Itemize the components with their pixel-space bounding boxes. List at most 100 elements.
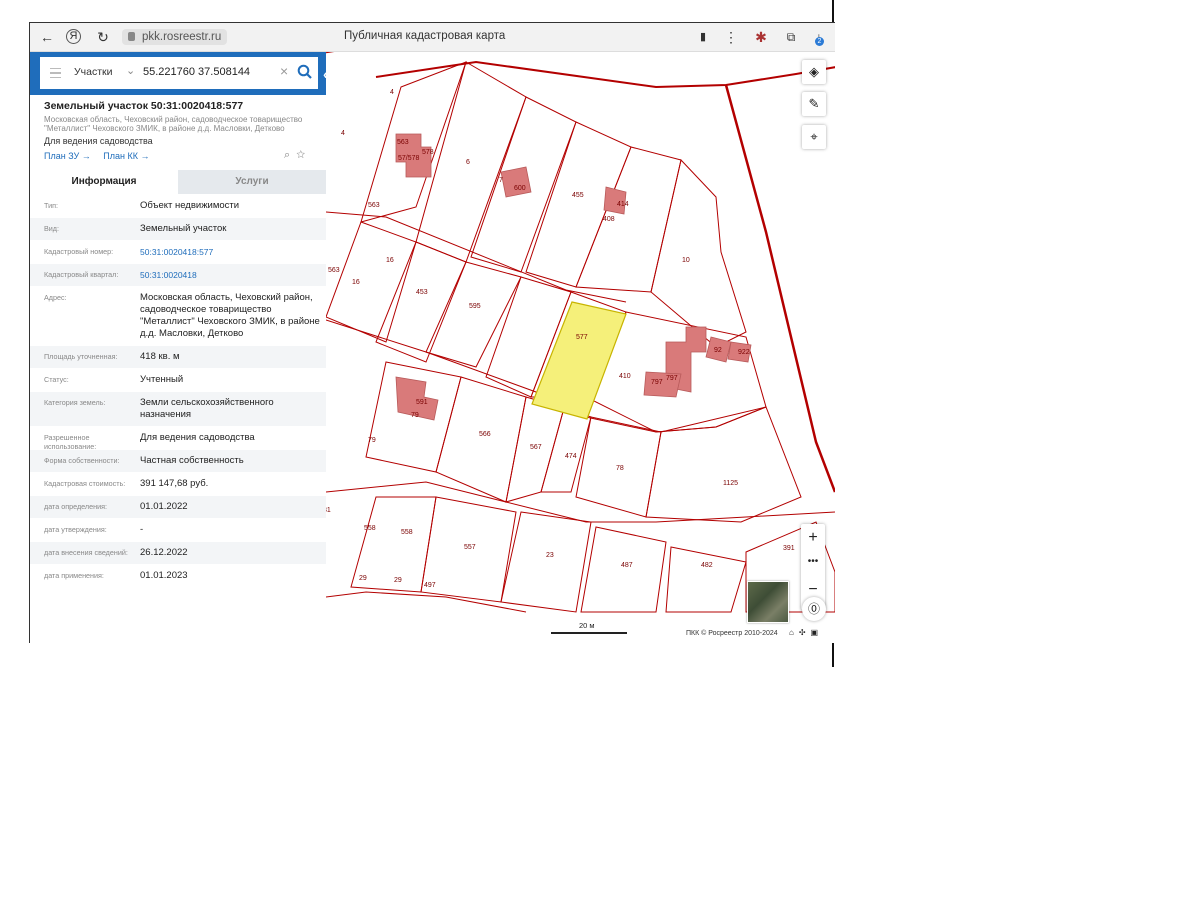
zoom-in-button[interactable]: + <box>801 524 825 552</box>
parcel-boundary <box>415 61 527 263</box>
info-row-value: Земли сельскохозяйственного назначения <box>140 397 274 420</box>
search-doc-icon[interactable]: ⌕ <box>284 149 290 161</box>
download-icon[interactable]: ↓2 <box>810 28 828 46</box>
parcel-line <box>326 481 835 523</box>
plan-zu-link[interactable]: План ЗУ → <box>44 151 91 161</box>
info-row-label: Форма собственности: <box>44 456 120 465</box>
parcel-number-label: 566 <box>479 431 491 438</box>
info-row: Вид: Земельный участок <box>30 218 326 241</box>
parcel-number-label: 410 <box>619 373 631 380</box>
info-row: дата определения: 01.01.2022 <box>30 496 326 519</box>
scale-label: 20 м <box>579 621 595 630</box>
menu-dots-icon[interactable]: ⋮ <box>722 28 740 46</box>
bottom-icons: ⌂✣▣ <box>789 628 823 637</box>
map-view[interactable]: 4 4 563 578 57/578 6 7 600 455 408 414 10 16 16 453 595… <box>326 52 835 643</box>
parcel-number-label: 563 <box>397 139 409 146</box>
search-icon[interactable] <box>296 63 314 81</box>
search-input[interactable]: 55.221760 37.508144 <box>143 66 250 78</box>
search-type-select[interactable]: Участки <box>74 66 113 78</box>
parcel-number-label: 482 <box>701 562 713 569</box>
hamburger-icon[interactable] <box>50 68 61 78</box>
parcel-number-label: 10 <box>682 257 690 264</box>
lock-icon <box>128 32 135 41</box>
panel-tabs: Информация Услуги <box>30 170 326 194</box>
address-bar[interactable]: pkk.rosreestr.ru <box>122 29 228 45</box>
info-row-label: дата определения: <box>44 502 107 511</box>
info-row-value: 418 кв. м <box>140 351 180 362</box>
parcel-number-label: 391 <box>783 545 795 552</box>
compass-icon[interactable]: ⓪ <box>802 597 826 621</box>
info-row-value: Учтенный <box>140 374 184 385</box>
layers-icon[interactable]: ◈ <box>802 60 826 84</box>
back-arrow-icon[interactable]: ← <box>38 28 56 46</box>
parcel-number-label: 797 <box>651 379 663 386</box>
parcel-number-label: 92 <box>714 347 722 354</box>
info-row: Кадастровая стоимость: 391 147,68 руб. <box>30 473 326 496</box>
bookmark-icon[interactable]: ▮ <box>694 28 712 46</box>
more-icon[interactable]: ••• <box>801 552 825 576</box>
satellite-layer-thumbnail[interactable] <box>747 581 789 623</box>
translate-icon[interactable]: ⧉ <box>782 28 800 46</box>
ruler-icon[interactable]: ✎ <box>802 92 826 116</box>
fullscreen-icon[interactable]: ▣ <box>811 628 824 637</box>
info-row-value: 26.12.2022 <box>140 547 188 558</box>
parcel-boundary <box>435 376 527 503</box>
object-address: Московская область, Чеховский район, сад… <box>44 115 303 133</box>
parcel-number-label: 455 <box>572 192 584 199</box>
parcel-number-label: 557 <box>464 544 476 551</box>
object-use: Для ведения садоводства <box>44 136 153 146</box>
info-row-value: Московская область, Чеховский район, сад… <box>140 292 320 339</box>
info-row: Кадастровый квартал: 50:31:0020418 <box>30 264 326 287</box>
star-icon[interactable]: ☆ <box>296 149 305 161</box>
info-row: дата утверждения: - <box>30 519 326 542</box>
chevron-down-icon[interactable]: ⌄ <box>126 64 135 77</box>
info-row-label: дата применения: <box>44 571 104 580</box>
info-row-value: Частная собственность <box>140 455 244 466</box>
info-row-label: дата утверждения: <box>44 525 107 534</box>
parcel-number-label: 591 <box>416 399 428 406</box>
parcel-number-label: 79 <box>368 437 376 444</box>
tab-services[interactable]: Услуги <box>178 170 326 194</box>
locate-icon[interactable]: ⌖ <box>802 125 826 149</box>
info-row-value[interactable]: 50:31:0020418:577 <box>140 241 326 263</box>
panel-tools: ⌕ ☆ <box>284 149 305 162</box>
info-row: Статус: Учтенный <box>30 369 326 392</box>
info-row-label: Категория земель: <box>44 398 106 407</box>
parcel-number-label: 29 <box>359 575 367 582</box>
tab-info[interactable]: Информация <box>30 170 178 194</box>
browser-toolbar: ← Я ↻ pkk.rosreestr.ru Публичная кадастр… <box>30 23 835 52</box>
info-row: Кадастровый номер: 50:31:0020418:577 <box>30 241 326 264</box>
parcel-number-label: 487 <box>621 562 633 569</box>
info-row-label: Кадастровая стоимость: <box>44 479 126 488</box>
parcel-boundary <box>500 511 592 613</box>
parcel-number-label: 7 <box>499 177 503 184</box>
road-line <box>375 60 835 89</box>
parcel-number-label: 16 <box>386 257 394 264</box>
parcel-number-label: 23 <box>546 552 554 559</box>
parcel-number-label: 6 <box>466 159 470 166</box>
parcel-number-label: 4 <box>390 89 394 96</box>
plan-kk-link[interactable]: План КК → <box>103 151 149 161</box>
yandex-icon[interactable]: Я <box>66 29 81 44</box>
crosshair-icon[interactable]: ✣ <box>799 628 811 637</box>
info-row-label: Адрес: <box>44 293 67 302</box>
object-title: Земельный участок 50:31:0020418:577 <box>44 100 244 112</box>
info-row: Разрешенное использование: Для ведения са… <box>30 427 326 451</box>
info-panel: Участки ⌄ 55.221760 37.508144 × ‹ Земель… <box>30 52 335 643</box>
info-row: Тип: Объект недвижимости <box>30 195 326 218</box>
extension-icon[interactable]: ✱ <box>752 28 770 46</box>
plan-links: План ЗУ → План КК → <box>44 151 159 161</box>
parcel-number-label: 81 <box>326 507 331 514</box>
copyright: ПКК © Росреестр 2010-2024 <box>686 630 778 637</box>
info-row-value: Объект недвижимости <box>140 200 240 211</box>
building <box>500 166 532 198</box>
info-row-label: дата внесения сведений: <box>44 548 128 557</box>
parcel-boundary <box>575 146 682 293</box>
url-text: pkk.rosreestr.ru <box>142 31 222 43</box>
home-icon[interactable]: ⌂ <box>789 628 799 637</box>
cadastral-map[interactable]: 4 4 563 57857/578 6 7 600 455 408 414 10 16 16 453 595… <box>326 52 835 643</box>
reload-icon[interactable]: ↻ <box>94 28 112 46</box>
info-row-value[interactable]: 50:31:0020418 <box>140 264 326 286</box>
scale-bar: 20 м <box>551 621 627 634</box>
clear-icon[interactable]: × <box>280 63 288 79</box>
